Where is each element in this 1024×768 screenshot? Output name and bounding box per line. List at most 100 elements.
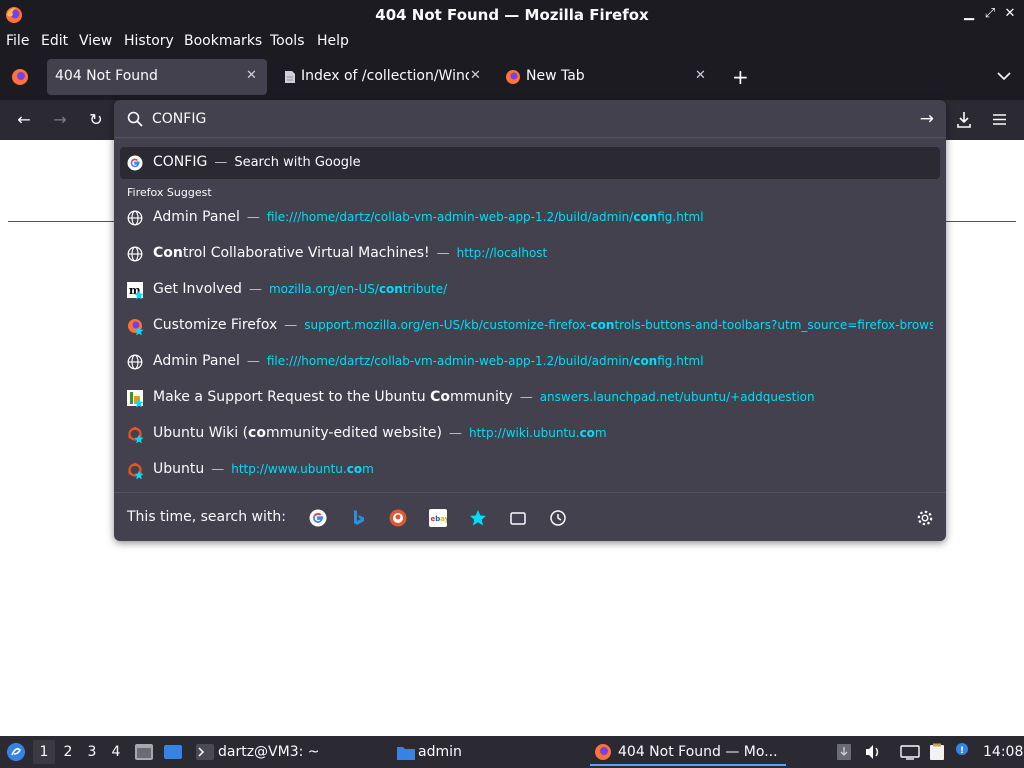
menu-history[interactable]: History [124,33,174,49]
search-suggestion-row[interactable]: CONFIG — Search with Google [120,147,940,179]
tab-label: Index of /collection/Wind [301,68,469,84]
task-files[interactable]: admin [392,738,582,766]
suggestion-title: Admin Panel [153,209,240,225]
workspace-2[interactable]: 2 [57,740,79,764]
page-horizontal-rule [8,221,114,222]
google-icon [127,155,143,171]
bookmark-star-icon [134,398,144,408]
suggestion-row[interactable]: Admin Panel — file:///home/dartz/collab-vm… [120,346,940,378]
hamburger-menu-icon[interactable] [992,113,1007,126]
svg-text:ebay: ebay [431,515,448,523]
globe-icon [127,246,143,262]
firefox-icon [506,70,520,84]
search-engine-label: Search with Google [234,155,361,170]
update-tray-icon[interactable]: ! [954,742,970,760]
duckduckgo-icon[interactable] [389,509,407,527]
menu-bar: File Edit View History Bookmarks Tools H… [0,30,1024,54]
page-horizontal-rule [946,221,1016,222]
suggestion-row[interactable]: Ubuntu Wiki (community-edited website) — h… [120,418,940,450]
menu-edit[interactable]: Edit [41,33,68,49]
suggestion-row[interactable]: Admin Panel — file:///home/dartz/collab-vm… [120,202,940,234]
network-tray-icon[interactable] [900,744,920,760]
firefox-view-icon[interactable] [11,68,29,86]
tab-new-tab[interactable]: New Tab ✕ [497,59,717,95]
menu-bookmarks[interactable]: Bookmarks [184,33,262,49]
task-firefox-label: 404 Not Found — Mo... [618,744,778,760]
terminal-icon [196,744,214,760]
forward-button[interactable]: → [50,110,70,130]
close-tab-icon[interactable]: ✕ [695,68,706,83]
one-off-label: This time, search with: [127,509,286,525]
task-firefox[interactable]: 404 Not Found — Mo... [590,738,786,766]
menu-file[interactable]: File [6,33,29,49]
clock: 14:08 [983,744,1024,760]
close-tab-icon[interactable]: ✕ [470,68,481,83]
search-icon [127,111,143,127]
urlbar-input[interactable] [152,107,892,131]
new-tab-button[interactable]: + [732,65,749,89]
minimize-button[interactable]: ▁ [961,6,977,21]
svg-text:!: ! [960,746,964,756]
go-arrow-icon[interactable]: → [920,109,934,129]
suggestion-url: http://localhost [456,246,548,260]
close-window-button[interactable]: ✕ [1002,6,1018,21]
close-tab-icon[interactable]: ✕ [246,68,257,83]
suggestion-url: http://wiki.ubuntu.com [468,426,607,440]
maximize-button[interactable]: ⤢ [982,6,998,21]
urlbar: → [114,100,946,138]
folder-icon [397,747,415,760]
back-button[interactable]: ← [14,110,34,130]
suggestion-url: answers.launchpad.net/ubuntu/+addquestio… [539,390,815,404]
suggestion-row[interactable]: Control Collaborative Virtual Machines! —… [120,238,940,270]
chevron-down-icon[interactable] [997,71,1011,81]
suggestion-url: http://www.ubuntu.com [231,462,374,476]
downloads-icon[interactable] [956,111,972,129]
suggestion-row[interactable]: Ubuntu — http://www.ubuntu.com [120,454,940,486]
suggestion-title: Make a Support Request to the Ubuntu [153,389,431,405]
file-manager-launcher-icon[interactable] [163,743,183,761]
suggestion-title: Ubuntu Wiki ( [153,425,249,441]
menu-tools[interactable]: Tools [270,33,305,49]
menu-view[interactable]: View [79,33,112,49]
workspace-3[interactable]: 3 [81,740,103,764]
suggestion-url: mozilla.org/en-US/contribute/ [268,282,448,296]
notes-tray-icon[interactable] [928,743,946,761]
history-icon[interactable] [549,509,567,527]
volume-icon[interactable] [864,744,882,760]
one-off-search-bar: This time, search with: ebay [114,492,946,541]
start-menu-icon[interactable] [6,742,26,762]
reload-button[interactable]: ↻ [86,110,106,130]
bookmark-star-icon [134,326,144,336]
suggestion-row[interactable]: m Get Involved — mozilla.org/en-US/contrib… [120,274,940,306]
suggestion-url: support.mozilla.org/en-US/kb/customize-f… [304,318,933,332]
bookmark-star-icon [134,470,144,480]
tab-404[interactable]: 404 Not Found ✕ [47,59,267,95]
suggestion-title: trol Collaborative Virtual Machines! [182,245,430,261]
clipboard-tray-icon[interactable] [836,743,852,761]
suggestion-row[interactable]: Make a Support Request to the Ubuntu Com… [120,382,940,414]
workspace-1[interactable]: 1 [33,740,55,764]
bing-icon[interactable] [349,509,367,527]
task-terminal[interactable]: dartz@VM3: ~ [192,738,382,766]
search-term: CONFIG [153,154,208,170]
window-title: 404 Not Found — Mozilla Firefox [375,6,649,24]
tabs-icon[interactable] [509,509,527,527]
firefox-icon [595,744,611,760]
google-icon[interactable] [309,509,327,527]
ebay-icon[interactable]: ebay [429,509,447,527]
suggestion-row[interactable]: Customize Firefox — support.mozilla.org/en… [120,310,940,342]
tab-label: 404 Not Found [55,68,158,84]
tab-index-collection[interactable]: Index of /collection/Wind ✕ [274,59,486,95]
bookmarks-icon[interactable] [469,509,487,527]
task-terminal-label: dartz@VM3: ~ [218,744,320,760]
taskbar: 1 2 3 4 dartz@VM3: ~ admin 404 Not Found… [0,736,1024,768]
menu-help[interactable]: Help [317,33,349,49]
firefox-suggest-heading: Firefox Suggest [127,186,212,199]
tab-bar: 404 Not Found ✕ Index of /collection/Win… [0,54,1024,100]
gear-icon[interactable] [916,509,934,527]
window-titlebar: 404 Not Found — Mozilla Firefox ▁ ⤢ ✕ [0,0,1024,30]
suggestion-url: file:///home/dartz/collab-vm-admin-web-a… [266,354,704,368]
show-desktop-icon[interactable] [134,743,154,761]
workspace-4[interactable]: 4 [105,740,127,764]
suggestion-title: Customize Firefox [153,317,278,333]
